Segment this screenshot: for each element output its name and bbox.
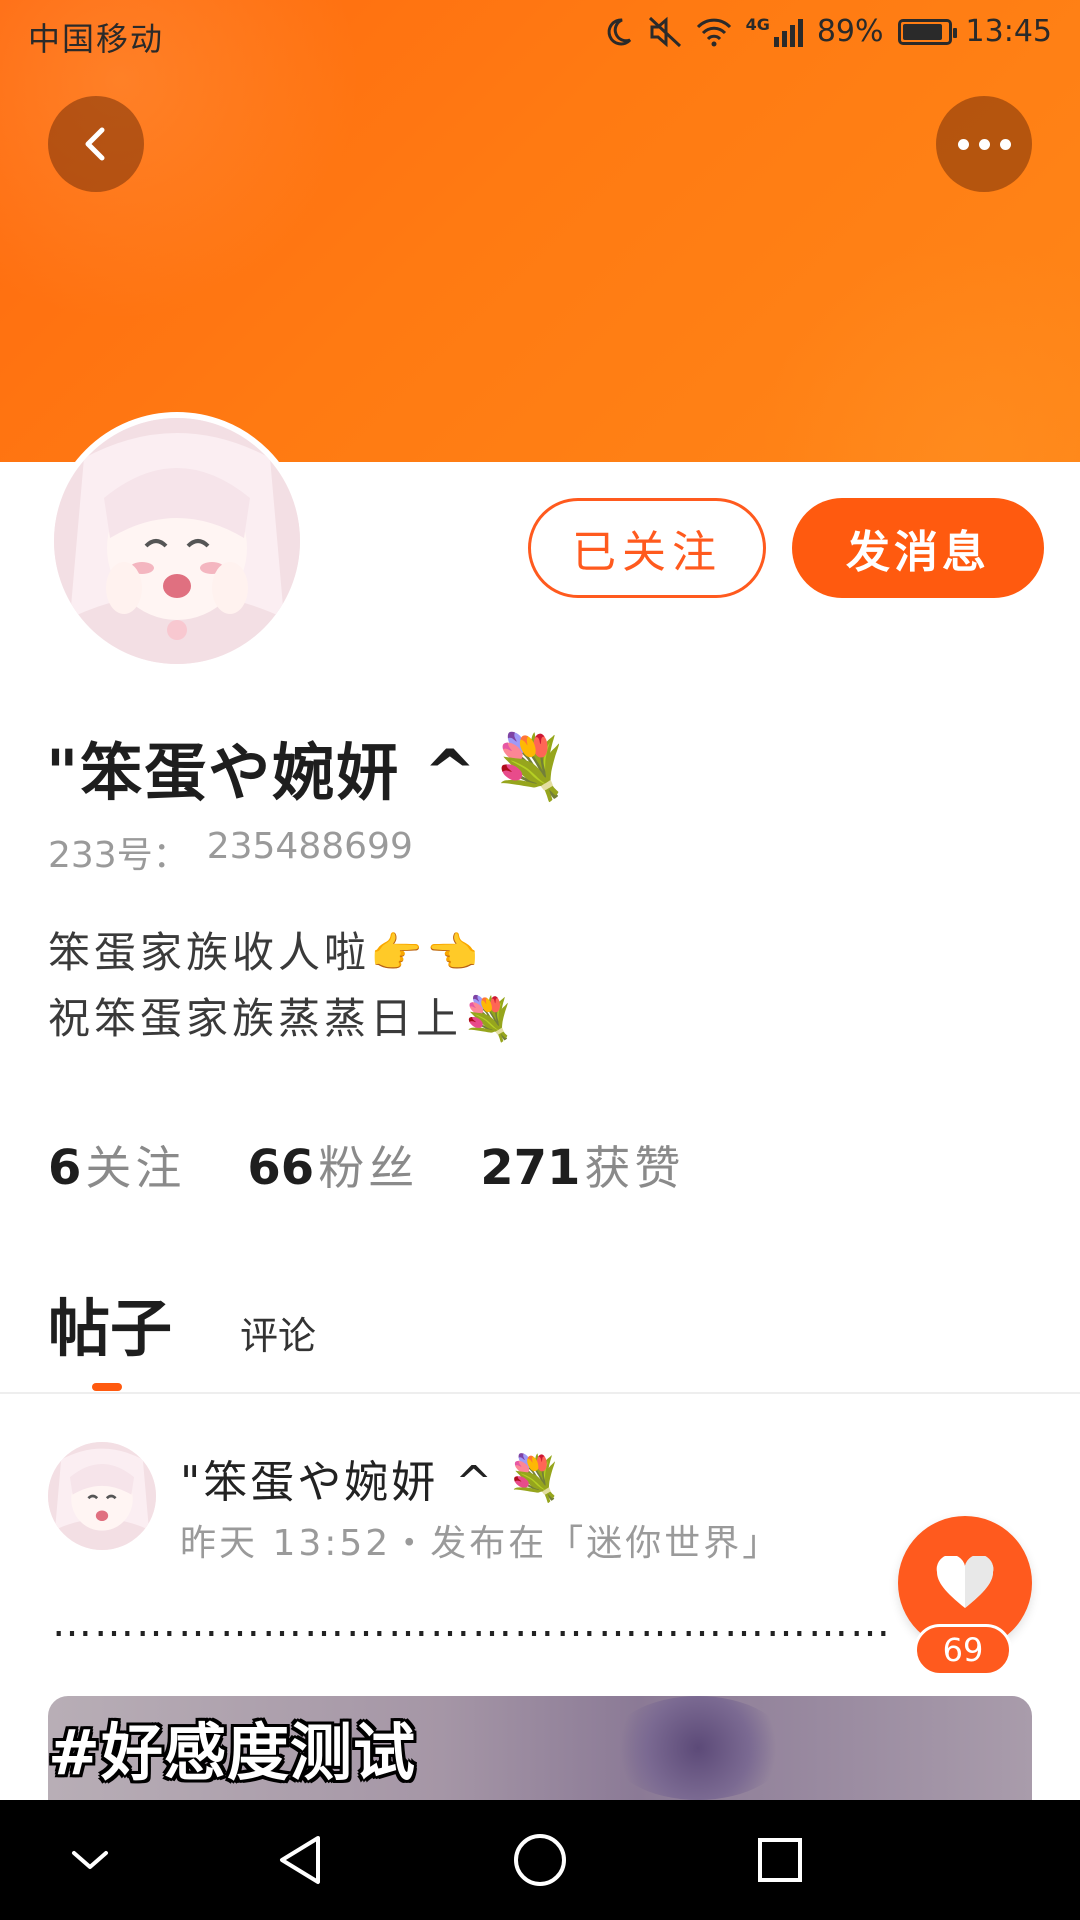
- stat-value: 66: [247, 1140, 315, 1196]
- tab-posts[interactable]: 帖子: [48, 1278, 172, 1368]
- stat-label: 粉丝: [318, 1141, 419, 1195]
- bio-line: 笨蛋家族收人啦👉👈: [48, 928, 483, 977]
- post-hashtag: #好感度测试: [48, 1716, 416, 1789]
- stat-label: 获赞: [584, 1141, 685, 1195]
- bouquet-emoji: 💐: [507, 1453, 565, 1504]
- stat-followers[interactable]: 66 粉丝: [247, 1132, 418, 1198]
- user-id-line: 233号： 235488699: [48, 826, 413, 878]
- more-options-button[interactable]: [936, 96, 1032, 192]
- square-recent-icon: [758, 1838, 802, 1882]
- post-author-name[interactable]: "笨蛋や婉妍 ^ 💐: [180, 1446, 565, 1510]
- like-count: 69: [914, 1624, 1012, 1676]
- user-id-label: 233号：: [48, 835, 189, 876]
- mute-icon: [648, 16, 682, 48]
- send-message-button[interactable]: 发消息: [792, 498, 1044, 598]
- avatar-illustration: [54, 418, 300, 664]
- network-type: 4G: [745, 15, 770, 34]
- image-content: [608, 1696, 788, 1800]
- stat-value: 271: [480, 1140, 581, 1196]
- profile-bio: 笨蛋家族收人啦👉👈 祝笨蛋家族蒸蒸日上💐: [48, 920, 518, 1052]
- carrier-name: 中国移动: [28, 20, 165, 58]
- system-back-button[interactable]: [270, 1830, 330, 1890]
- profile-avatar[interactable]: [48, 412, 306, 670]
- avatar-illustration: [48, 1442, 156, 1550]
- status-bar: 中国移动 4G 89% 13:45: [0, 0, 1080, 72]
- post-text[interactable]: ……………………………………………………: [52, 1600, 892, 1646]
- circle-home-icon: [514, 1834, 566, 1886]
- content-tabs: 帖子 评论: [48, 1278, 316, 1368]
- battery-icon: [897, 18, 957, 45]
- chevron-down-icon: [72, 1851, 108, 1869]
- more-dots-icon: [957, 138, 1011, 150]
- tab-comments[interactable]: 评论: [240, 1305, 316, 1368]
- heart-icon: [936, 1556, 994, 1608]
- following-button[interactable]: 已关注: [528, 498, 766, 598]
- stat-value: 6: [48, 1140, 82, 1196]
- profile-stats: 6 关注 66 粉丝 271 获赞: [48, 1132, 684, 1198]
- profile-nickname: "笨蛋や婉妍 ^ 💐: [46, 722, 571, 812]
- bouquet-emoji: 💐: [491, 730, 572, 803]
- user-id-value[interactable]: 235488699: [207, 826, 413, 878]
- stat-likes: 271 获赞: [480, 1132, 684, 1198]
- moon-icon: [602, 16, 634, 48]
- battery-fill: [902, 23, 942, 40]
- triangle-back-icon: [280, 1836, 320, 1884]
- post-author-avatar[interactable]: [48, 1442, 156, 1550]
- divider: [0, 1392, 1080, 1394]
- wifi-icon: [696, 17, 732, 47]
- nickname-text: "笨蛋や婉妍 ^: [46, 736, 478, 809]
- stat-following[interactable]: 6 关注: [48, 1132, 185, 1198]
- signal-icon: [773, 17, 803, 47]
- back-button[interactable]: [48, 96, 144, 192]
- home-button[interactable]: [510, 1830, 570, 1890]
- stat-label: 关注: [85, 1141, 186, 1195]
- system-navigation-bar: [0, 1800, 1080, 1920]
- banner-decoration: [760, 240, 1080, 462]
- battery-percent: 89%: [816, 14, 884, 49]
- hide-nav-button[interactable]: [60, 1830, 120, 1890]
- recent-apps-button[interactable]: [750, 1830, 810, 1890]
- post-meta: 昨天 13:52・发布在「迷你世界」: [180, 1523, 782, 1564]
- chevron-left-icon: [85, 127, 105, 161]
- clock: 13:45: [965, 14, 1052, 49]
- post-author-text: "笨蛋や婉妍 ^: [180, 1457, 496, 1508]
- post-image[interactable]: #好感度测试: [48, 1696, 1032, 1800]
- bio-line: 祝笨蛋家族蒸蒸日上💐: [48, 994, 519, 1043]
- active-tab-indicator: [92, 1383, 122, 1391]
